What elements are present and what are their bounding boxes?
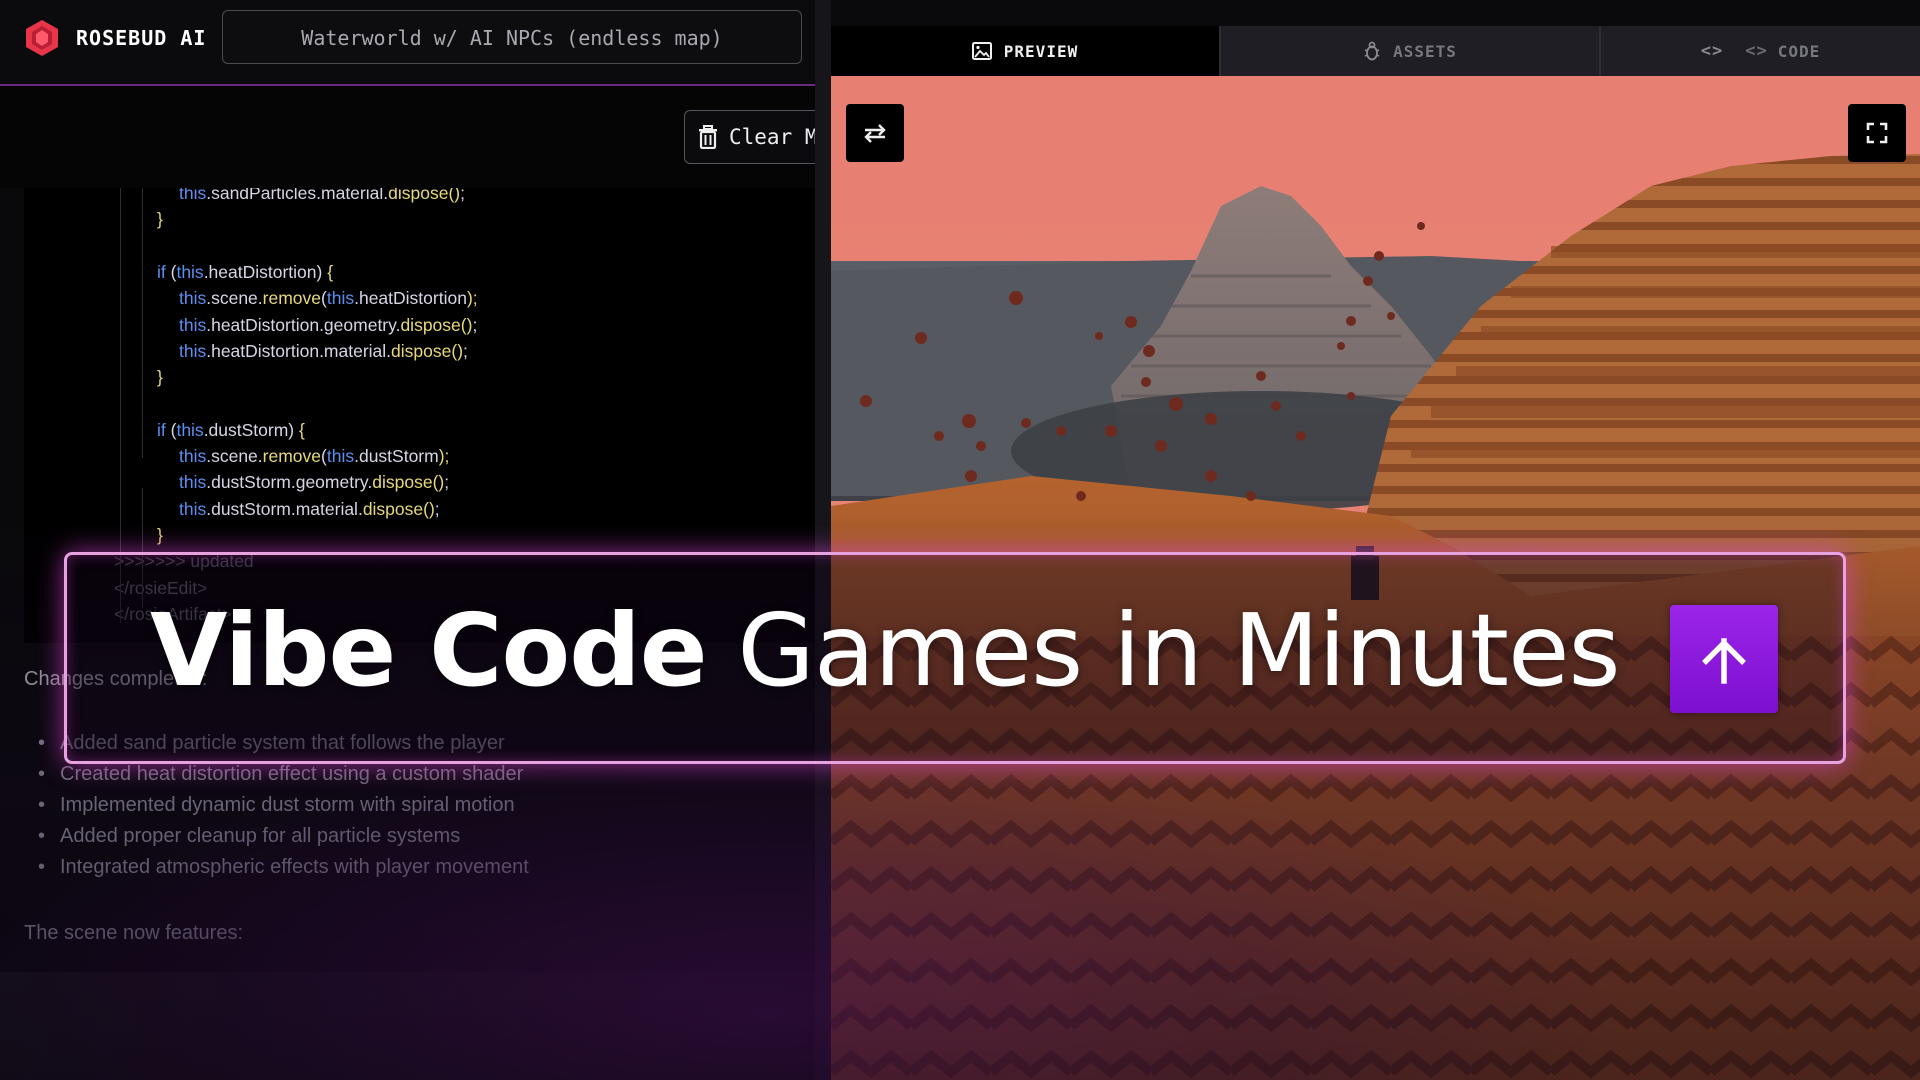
list-item: Integrated atmospheric effects with play…: [38, 856, 529, 879]
headline-text: Vibe Code Games in Minutes |: [150, 586, 1702, 716]
fullscreen-button[interactable]: [1848, 104, 1906, 162]
panel-divider[interactable]: [815, 0, 831, 1080]
tab-assets[interactable]: ASSETS: [1221, 26, 1601, 76]
code-icon: <>: [1745, 41, 1768, 61]
code-line: this.heatDistortion.material.dispose();: [179, 340, 468, 361]
tab-preview[interactable]: PREVIEW: [831, 26, 1221, 76]
code-line: }: [157, 209, 163, 230]
code-line: this.dustStorm.material.dispose();: [179, 498, 440, 519]
chat-input-area[interactable]: [0, 972, 815, 1080]
tab-code[interactable]: <> <> CODE: [1601, 26, 1920, 76]
code-line: this.dustStorm.geometry.dispose();: [179, 472, 450, 493]
tab-preview-label: PREVIEW: [1003, 41, 1079, 61]
tab-code-inner: <> CODE: [1745, 41, 1820, 61]
tab-code-label: CODE: [1777, 41, 1821, 61]
preview-tabs: PREVIEW ASSETS <> <> CODE: [831, 26, 1920, 76]
code-line: }: [157, 367, 163, 388]
arrow-up-icon: [1702, 638, 1746, 684]
code-line: this.scene.remove(this.dustStorm);: [179, 446, 450, 466]
code-line: this.scene.remove(this.heatDistortion);: [179, 288, 478, 309]
list-item: Added proper cleanup for all particle sy…: [38, 825, 460, 848]
code-line: this.heatDistortion.geometry.dispose();: [179, 314, 478, 335]
top-bar: ROSEBUD AI Waterworld w/ AI NPCs (endles…: [0, 0, 815, 86]
image-icon: [971, 42, 992, 60]
code-line: if (this.dustStorm) {: [157, 419, 305, 440]
tab-assets-label: ASSETS: [1393, 41, 1457, 61]
code-line: }: [157, 524, 163, 545]
trash-icon: [699, 125, 717, 149]
refresh-game-button[interactable]: [846, 104, 904, 162]
list-item: Implemented dynamic dust storm with spir…: [38, 794, 515, 817]
list-item: Created heat distortion effect using a c…: [38, 763, 523, 786]
swap-arrows-icon: [864, 124, 886, 143]
indent-guide: [142, 188, 143, 458]
fullscreen-icon: [1866, 122, 1888, 144]
rosebud-logo-icon[interactable]: [22, 18, 62, 58]
brand-name: ROSEBUD AI: [76, 26, 207, 50]
upload-arrow-badge: [1670, 605, 1778, 713]
code-line: if (this.heatDistortion) {: [157, 261, 334, 282]
clear-button-label: Clear M: [729, 125, 818, 149]
headline-light: Games in Minutes: [737, 592, 1620, 709]
code-line: this.sandParticles.material.dispose();: [179, 188, 465, 203]
project-title-field[interactable]: Waterworld w/ AI NPCs (endless map): [222, 10, 802, 64]
headline-bold: Vibe Code: [150, 592, 708, 709]
bug-icon: [1364, 41, 1380, 61]
scene-summary-text: The scene now features:: [24, 922, 244, 944]
code-icon: <>: [1700, 41, 1724, 61]
